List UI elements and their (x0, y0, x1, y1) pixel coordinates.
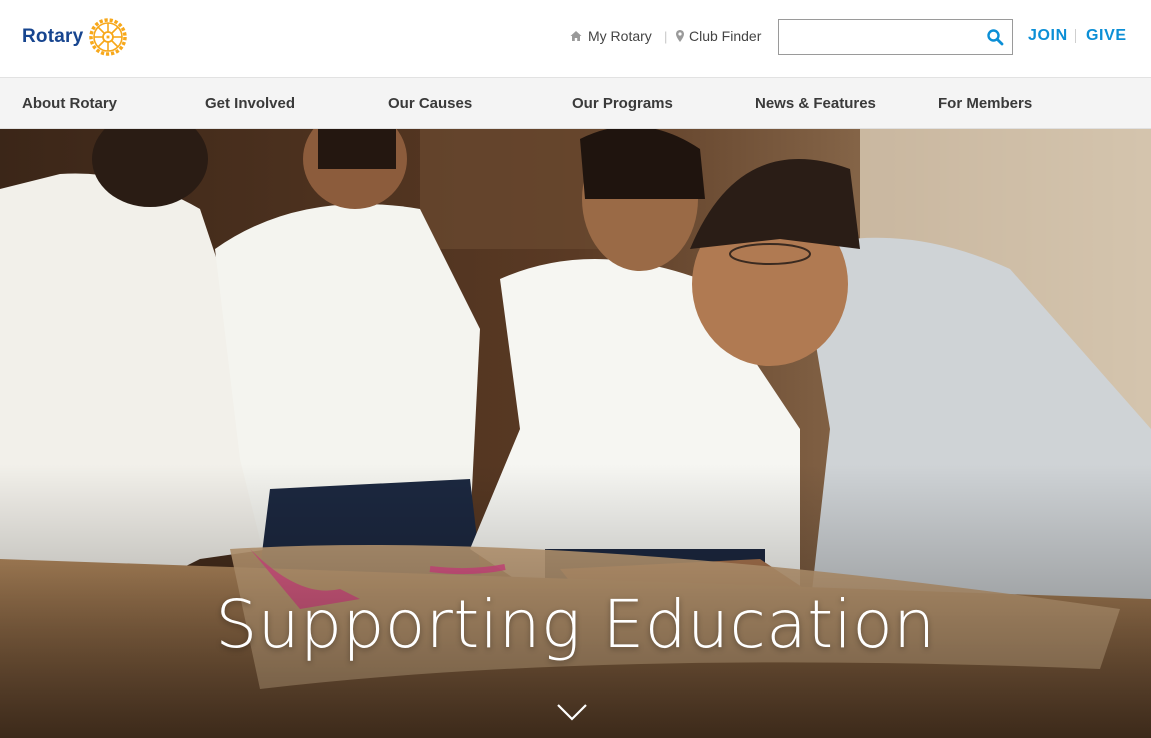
give-button[interactable]: GIVE (1086, 27, 1127, 45)
logo-wordmark: Rotary (22, 26, 84, 47)
rotary-logo[interactable]: Rotary (22, 16, 129, 58)
search-box (778, 19, 1013, 55)
hero-banner: Supporting Education (0, 129, 1151, 738)
hero-title: Supporting Education (215, 586, 936, 663)
club-finder-link[interactable]: Club Finder (676, 27, 761, 45)
club-finder-label: Club Finder (689, 28, 762, 44)
nav-item-about-rotary[interactable]: About Rotary (22, 95, 117, 112)
rotary-wheel-icon (89, 18, 128, 56)
nav-item-for-members[interactable]: For Members (938, 95, 1032, 112)
nav-item-our-programs[interactable]: Our Programs (572, 95, 673, 112)
cta-divider (1075, 29, 1076, 43)
search-input[interactable] (779, 20, 979, 54)
map-pin-icon (676, 30, 684, 42)
home-icon (570, 31, 582, 41)
chevron-down-icon[interactable] (556, 701, 588, 723)
my-rotary-label: My Rotary (588, 28, 652, 44)
my-rotary-link[interactable]: My Rotary (570, 27, 652, 45)
main-navigation: About Rotary Get Involved Our Causes Our… (0, 78, 1151, 129)
join-button[interactable]: JOIN (1028, 27, 1068, 45)
nav-item-get-involved[interactable]: Get Involved (205, 95, 295, 112)
search-icon[interactable] (986, 28, 1004, 46)
utility-separator: | (664, 28, 668, 44)
site-header: Rotary My Rotary | Club Finder JOIN GIVE (0, 0, 1151, 78)
nav-item-our-causes[interactable]: Our Causes (388, 95, 472, 112)
nav-item-news-features[interactable]: News & Features (755, 95, 876, 112)
